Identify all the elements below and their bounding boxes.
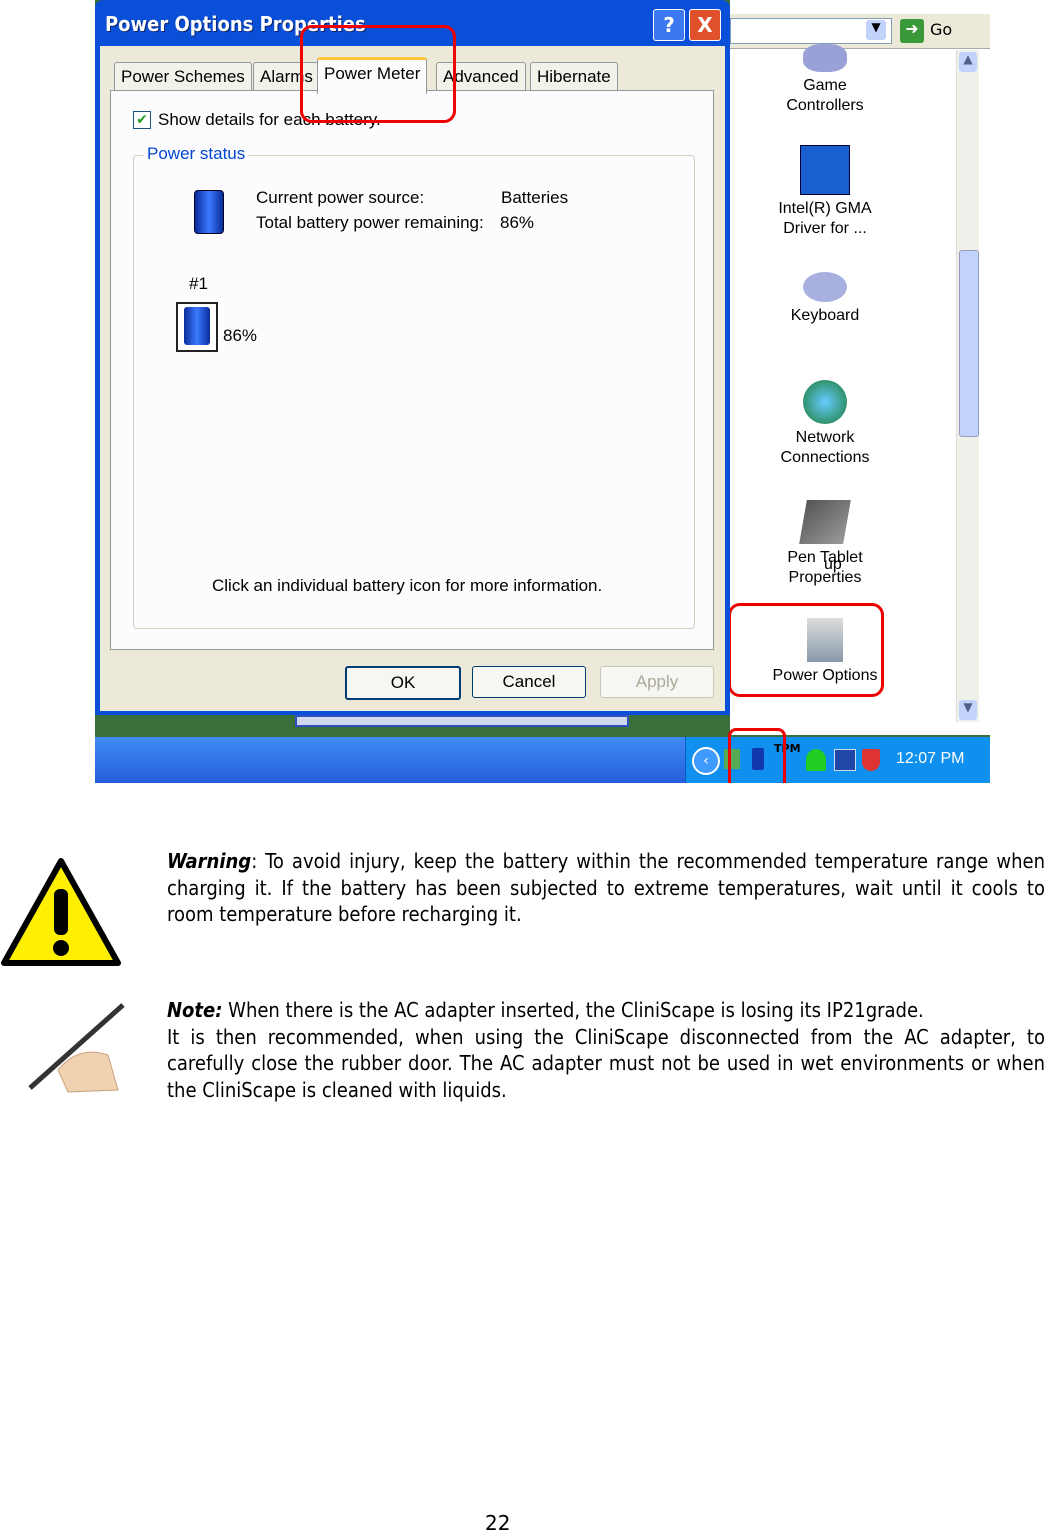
ok-button[interactable]: OK — [345, 666, 461, 700]
page-number: 22 — [485, 1511, 511, 1535]
warning-paragraph: Warning: To avoid injury, keep the batte… — [167, 848, 1045, 928]
item-intel-gma[interactable]: Intel(R) GMA Driver for ... — [750, 145, 900, 239]
note-label: Note: — [167, 998, 223, 1022]
power-status-group: Power status Current power source: Batte… — [133, 144, 695, 629]
help-button[interactable]: ? — [653, 9, 685, 41]
item-game-controllers[interactable]: Game Controllers — [750, 44, 900, 116]
tab-power-schemes[interactable]: Power Schemes — [114, 62, 252, 91]
battery-id: #1 — [189, 274, 208, 293]
display-icon[interactable] — [834, 749, 856, 771]
battery-1-button[interactable] — [176, 302, 218, 352]
scroll-up-icon[interactable]: ▲ — [959, 52, 977, 72]
power-meter-panel: ✔ Show details for each battery. Power s… — [110, 90, 714, 650]
vertical-scrollbar[interactable]: ▲ ▼ — [956, 50, 979, 722]
clock[interactable]: 12:07 PM — [896, 750, 964, 768]
chevron-left-icon[interactable]: ‹ — [692, 747, 720, 775]
note-text: It is then recommended, when using the C… — [167, 1024, 1045, 1102]
remaining-label: Total battery power remaining: — [256, 213, 484, 232]
battery-percent: 86% — [223, 326, 258, 345]
hint-text: Click an individual battery icon for mor… — [212, 576, 603, 595]
scroll-down-icon[interactable]: ▼ — [959, 700, 977, 720]
remaining-value: 86% — [500, 213, 535, 232]
highlight-battery-tray — [728, 728, 786, 783]
close-button[interactable]: X — [689, 9, 721, 41]
highlight-power-options — [728, 603, 884, 697]
current-source-value: Batteries — [501, 188, 569, 207]
pen-hand-icon — [28, 1003, 125, 1093]
network-icon — [803, 380, 847, 424]
chevron-down-icon[interactable]: ▼ — [866, 20, 886, 40]
screenshot: ▼ ➜ Go Game Controllers Intel(R) GMA Drive… — [95, 0, 990, 783]
item-keyboard[interactable]: Keyboard — [750, 272, 900, 326]
battery-icon — [184, 307, 210, 345]
background-window-edge — [295, 715, 629, 727]
tab-hibernate[interactable]: Hibernate — [530, 62, 618, 91]
item-network-connections[interactable]: Network Connections — [750, 380, 900, 468]
go-button[interactable]: Go — [930, 20, 952, 39]
security-shield-icon[interactable] — [862, 749, 880, 771]
wireless-icon[interactable] — [806, 749, 826, 771]
warning-label: Warning — [167, 849, 252, 873]
current-source-label: Current power source: — [256, 188, 425, 207]
show-details-checkbox[interactable]: ✔ — [133, 111, 151, 129]
keyboard-icon — [803, 272, 847, 302]
warning-text: : To avoid injury, keep the battery with… — [167, 849, 1045, 926]
group-label: Power status — [144, 144, 249, 164]
taskbar: ‹ TPM 12:07 PM — [95, 737, 990, 783]
control-panel-window: ▼ ➜ Go Game Controllers Intel(R) GMA Drive… — [728, 0, 990, 735]
note-line1: When there is the AC adapter inserted, t… — [222, 998, 924, 1022]
power-options-dialog: Power Options Properties ? X Power Schem… — [95, 0, 730, 715]
dialog-body: Power Schemes Alarms Power Meter Advance… — [100, 46, 725, 711]
pen-tablet-icon — [799, 500, 851, 544]
go-arrow-icon[interactable]: ➜ — [900, 19, 924, 43]
note-paragraph: Note: When there is the AC adapter inser… — [167, 997, 1045, 1103]
tab-power-meter[interactable]: Power Meter — [317, 57, 428, 94]
gamepad-icon — [803, 44, 847, 72]
intel-gma-icon — [800, 145, 850, 195]
warning-icon — [1, 858, 121, 966]
item-pen-tablet[interactable]: Pen Tablet Properties — [750, 500, 900, 588]
cancel-button[interactable]: Cancel — [472, 666, 586, 698]
battery-icon — [194, 190, 224, 234]
apply-button[interactable]: Apply — [600, 666, 714, 698]
scroll-thumb[interactable] — [959, 250, 979, 437]
